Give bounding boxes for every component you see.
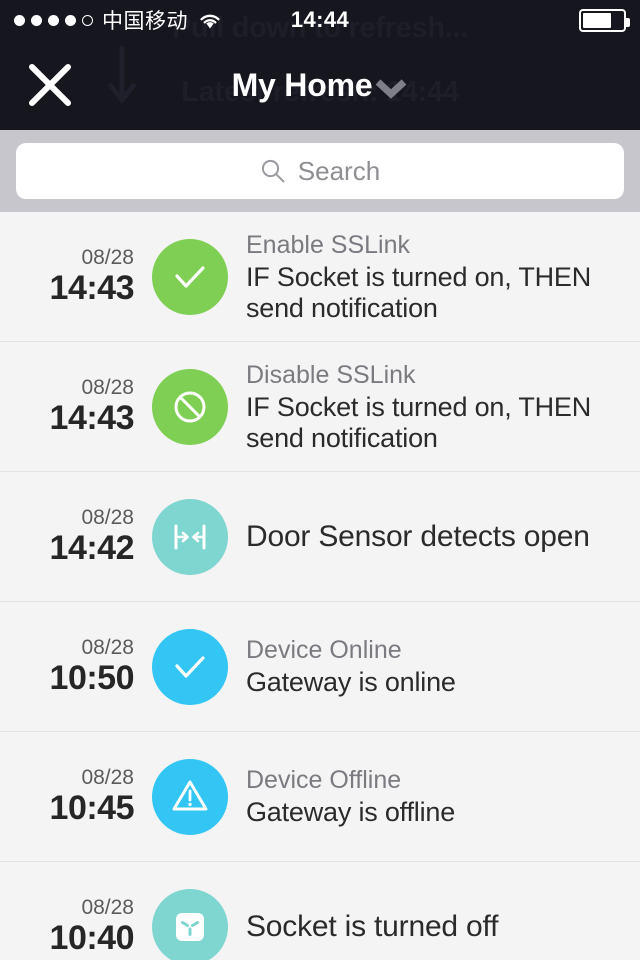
- prohibited-icon: [174, 391, 206, 422]
- event-row[interactable]: 08/28 10:45 Device Offline Gateway is offli…: [0, 732, 640, 862]
- search-icon: [261, 159, 285, 183]
- event-text: Device Offline Gateway is offline: [228, 765, 628, 828]
- event-list: 08/28 14:43 Enable SSLink IF Socket is turn…: [0, 212, 640, 960]
- event-date: 08/28: [81, 766, 134, 790]
- event-date: 08/28: [81, 636, 134, 660]
- event-text: Device Online Gateway is online: [228, 635, 628, 698]
- event-timestamp: 08/28 14:43: [0, 376, 152, 437]
- home-selector-button[interactable]: My Home: [0, 67, 640, 104]
- search-placeholder: Search: [297, 155, 381, 186]
- event-timestamp: 08/28 10:45: [0, 766, 152, 827]
- search-input[interactable]: Search: [16, 143, 624, 199]
- status-bar: 中国移动 14:44: [0, 0, 640, 40]
- search-bar: Search: [0, 130, 640, 212]
- event-title: Disable SSLink: [246, 360, 416, 389]
- event-text: Socket is turned off: [228, 910, 628, 944]
- event-title: Device Offline: [246, 766, 402, 795]
- event-date: 08/28: [81, 376, 134, 400]
- app-root: Pull down to refresh... Latest refresh: …: [0, 0, 640, 960]
- warning-triangle-icon: [172, 780, 208, 810]
- event-timestamp: 08/28 14:42: [0, 506, 152, 567]
- event-timestamp: 08/28 10:50: [0, 636, 152, 697]
- socket-icon: [176, 912, 204, 941]
- event-row[interactable]: 08/28 14:43 Enable SSLink IF Socket is turn…: [0, 212, 640, 342]
- event-badge: [152, 238, 228, 315]
- event-body: Door Sensor detects open: [246, 519, 590, 553]
- event-row[interactable]: 08/28 10:40 Socket is turned off: [0, 862, 640, 960]
- event-time: 10:45: [49, 789, 135, 828]
- header: Pull down to refresh... Latest refresh: …: [0, 0, 640, 130]
- battery-level: [583, 12, 612, 28]
- event-text: Disable SSLink IF Socket is turned on, TH…: [228, 360, 628, 453]
- event-body: Gateway is offline: [246, 797, 456, 828]
- event-badge: [152, 498, 228, 575]
- check-icon: [175, 265, 205, 288]
- event-body: IF Socket is turned on, THEN send notifi…: [246, 262, 592, 323]
- event-time: 14:43: [49, 399, 135, 438]
- chevron-down-icon: [376, 79, 407, 99]
- event-text: Enable SSLink IF Socket is turned on, THE…: [228, 230, 628, 323]
- event-badge: [152, 888, 228, 960]
- door-sensor-icon: [174, 524, 206, 549]
- event-row[interactable]: 08/28 14:43 Disable SSLink IF Socket is tur…: [0, 342, 640, 472]
- event-date: 08/28: [81, 896, 134, 920]
- event-date: 08/28: [81, 246, 134, 270]
- event-row[interactable]: 08/28 14:42 Door Sensor detects open: [0, 472, 640, 602]
- nav-bar: My Home: [0, 40, 640, 130]
- event-time: 10:50: [49, 659, 135, 698]
- event-body: Gateway is online: [246, 667, 456, 698]
- event-time: 14:43: [49, 269, 135, 308]
- check-icon: [175, 655, 205, 678]
- event-time: 14:42: [49, 529, 135, 568]
- battery-icon: [579, 8, 630, 32]
- event-badge: [152, 368, 228, 445]
- event-date: 08/28: [81, 506, 134, 530]
- event-title: Device Online: [246, 636, 402, 665]
- event-text: Door Sensor detects open: [228, 520, 628, 554]
- event-body: IF Socket is turned on, THEN send notifi…: [246, 392, 592, 453]
- status-bar-right: [579, 8, 630, 32]
- event-badge: [152, 628, 228, 705]
- status-bar-clock: 14:44: [290, 7, 350, 32]
- page-title: My Home: [231, 66, 373, 103]
- event-timestamp: 08/28 14:43: [0, 246, 152, 307]
- event-time: 10:40: [49, 919, 135, 958]
- event-row[interactable]: 08/28 10:50 Device Online Gateway is online: [0, 602, 640, 732]
- event-badge: [152, 758, 228, 835]
- event-body: Socket is turned off: [246, 909, 499, 943]
- event-title: Enable SSLink: [246, 230, 411, 259]
- event-timestamp: 08/28 10:40: [0, 896, 152, 957]
